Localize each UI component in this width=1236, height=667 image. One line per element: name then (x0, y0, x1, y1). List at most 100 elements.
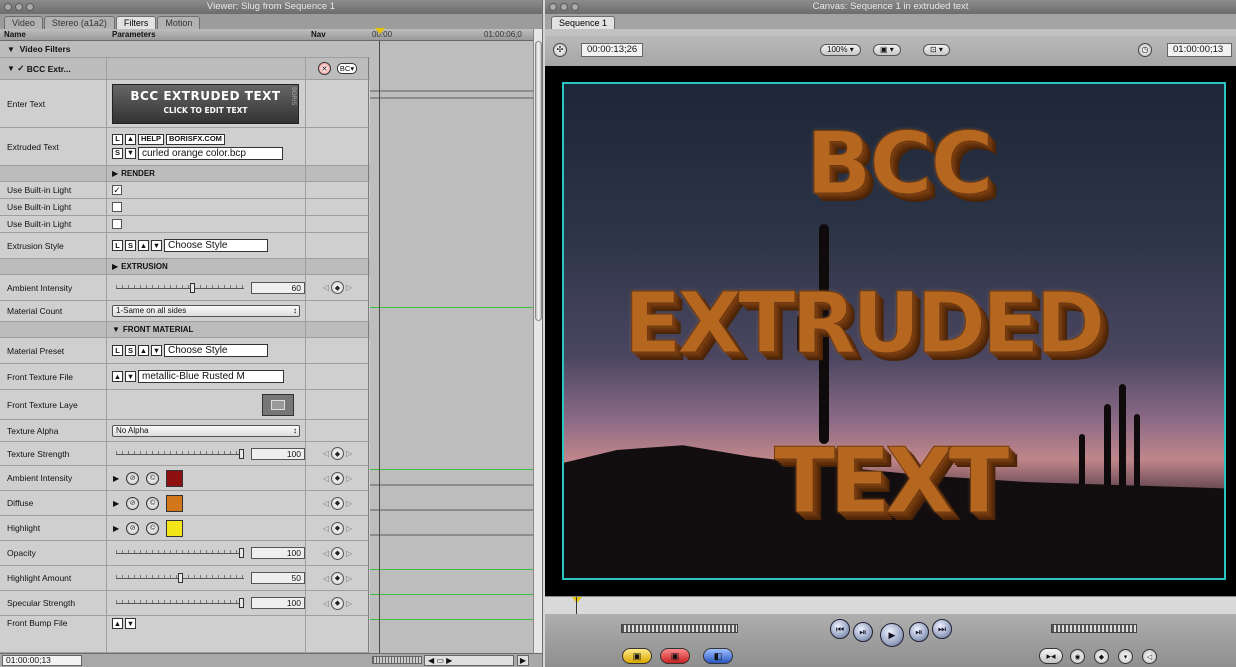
tab-stereo[interactable]: Stereo (a1a2) (43, 16, 115, 29)
current-timecode-field[interactable]: 01:00:00;13 (2, 655, 82, 666)
up-arrow-button[interactable]: ▲ (112, 618, 123, 629)
highlight-color-swatch[interactable] (166, 519, 184, 537)
slider-thumb[interactable] (239, 598, 244, 608)
bcc-filter-row[interactable]: ▼ ✓ BCC Extr... ✕ BC▾ (0, 58, 370, 80)
up-arrow-button[interactable]: ▲ (138, 240, 149, 251)
minimize-light-icon[interactable] (560, 3, 568, 11)
zoom-popup[interactable]: 100% ▾ (820, 44, 861, 56)
keyframe-nav[interactable]: ◁ ◆ ▷ (323, 447, 352, 460)
minimize-light-icon[interactable] (15, 3, 23, 11)
ambient-intensity-slider[interactable] (112, 282, 248, 293)
keyframe-icon[interactable]: ◆ (331, 546, 344, 560)
keyframe-timeline[interactable] (370, 41, 533, 653)
save-button[interactable]: S (112, 147, 123, 159)
overlay-popup[interactable]: ⊡ ▾ (923, 44, 950, 56)
tab-motion[interactable]: Motion (157, 16, 201, 29)
match-frame-button[interactable]: ▸◂ (1039, 648, 1063, 664)
disclosure-triangle-icon[interactable]: ▶ (113, 474, 119, 483)
slider-thumb[interactable] (239, 548, 244, 558)
insert-button[interactable]: ▣ (622, 648, 652, 664)
material-count-popup[interactable]: 1-Same on all sides (112, 305, 300, 317)
scrubber-bar[interactable] (545, 596, 1236, 614)
slider-thumb[interactable] (189, 282, 195, 293)
load-button[interactable]: L (112, 133, 123, 145)
eyedropper-icon[interactable]: ⊘ (126, 471, 140, 485)
window-controls[interactable] (549, 3, 579, 11)
reset-icon[interactable]: ✕ (317, 62, 331, 75)
ambient-color-swatch[interactable] (166, 469, 184, 487)
close-light-icon[interactable] (4, 3, 12, 11)
front-texture-file-field[interactable]: metallic-Blue Rusted M (138, 370, 284, 383)
diffuse-color-swatch[interactable] (166, 494, 184, 512)
save-button[interactable]: S (125, 345, 136, 356)
eyedropper-icon[interactable]: ⊘ (126, 496, 140, 510)
disclosure-triangle-icon[interactable]: ▶ (112, 169, 118, 178)
zoom-slider[interactable] (372, 656, 422, 664)
window-controls[interactable] (4, 3, 34, 11)
playhead-marker-icon[interactable] (375, 28, 385, 34)
light-3-checkbox[interactable] (112, 219, 122, 229)
tab-video[interactable]: Video (4, 16, 43, 29)
extrusion-style-field[interactable]: Choose Style (164, 239, 268, 252)
play-button[interactable]: ▶ (880, 623, 904, 647)
keyframe-icon[interactable]: ◆ (331, 281, 344, 294)
viewer-titlebar[interactable]: Viewer: Slug from Sequence 1 (0, 0, 542, 14)
light-1-checkbox[interactable]: ✓ (112, 185, 122, 195)
disclosure-triangle-icon[interactable]: ▼ (7, 64, 15, 73)
tab-sequence-1[interactable]: Sequence 1 (551, 16, 616, 29)
extrusion-section[interactable]: ▶ EXTRUSION (0, 259, 370, 275)
keyframe-nav[interactable]: ◁ ◆ ▷ (323, 521, 352, 535)
keyframe-icon[interactable]: ◆ (331, 596, 344, 610)
keyframe-nav[interactable]: ◁ ◆ ▷ (323, 471, 352, 485)
down-arrow-button[interactable]: ▼ (151, 345, 162, 356)
disclosure-triangle-icon[interactable]: ▼ (7, 45, 15, 54)
mark-clip-button[interactable]: ◉ (1070, 649, 1085, 664)
edit-text-banner[interactable]: BCC EXTRUDED TEXT CLICK TO EDIT TEXT BOR… (112, 83, 299, 124)
scrubber-playhead[interactable] (576, 597, 577, 614)
ambient-intensity-value[interactable]: 60 (251, 281, 305, 294)
borisfx-button[interactable]: BORISFX.COM (166, 133, 225, 145)
add-marker-button[interactable]: ▾ (1118, 649, 1133, 664)
keyframe-icon[interactable]: ◆ (331, 496, 344, 510)
eyedropper-icon[interactable]: ⊘ (126, 521, 140, 535)
load-button[interactable]: L (112, 240, 123, 251)
down-arrow-button[interactable]: ▼ (125, 147, 136, 159)
keyframe-nav[interactable]: ◁ ◆ ▷ (323, 546, 352, 560)
render-section[interactable]: ▶ RENDER (0, 166, 370, 182)
texture-strength-slider[interactable] (112, 448, 248, 459)
keyframe-icon[interactable]: ◆ (331, 471, 344, 485)
specular-strength-value[interactable]: 100 (251, 597, 305, 609)
highlight-amount-value[interactable]: 50 (251, 572, 305, 584)
light-2-checkbox[interactable] (112, 202, 122, 212)
video-filters-row[interactable]: ▼ Video Filters (0, 41, 370, 58)
mark-in-button[interactable]: ◁ (1142, 649, 1157, 664)
canvas-titlebar[interactable]: Canvas: Sequence 1 in extruded text (545, 0, 1236, 14)
scroll-thumb[interactable] (535, 41, 542, 321)
opacity-value[interactable]: 100 (251, 547, 305, 559)
tab-filters[interactable]: Filters (115, 16, 157, 29)
front-material-section[interactable]: ▼ FRONT MATERIAL (0, 322, 370, 338)
vertical-scrollbar[interactable] (533, 29, 542, 653)
canvas-view-area[interactable]: BCC EXTRUDED TEXT (545, 66, 1236, 596)
add-keyframe-button[interactable]: ◆ (1094, 649, 1109, 664)
up-arrow-button[interactable]: ▲ (125, 133, 136, 145)
down-arrow-button[interactable]: ▼ (125, 371, 136, 382)
disclosure-triangle-icon[interactable]: ▼ (112, 325, 120, 334)
duration-field[interactable]: 00:00:13;26 (581, 43, 644, 57)
opacity-slider[interactable] (112, 548, 248, 558)
specular-strength-slider[interactable] (112, 598, 248, 608)
zoom-light-icon[interactable] (26, 3, 34, 11)
texture-alpha-popup[interactable]: No Alpha (112, 424, 300, 437)
slider-thumb[interactable] (239, 448, 244, 459)
overwrite-button[interactable]: ▣ (660, 648, 690, 664)
keyframe-icon[interactable]: ◆ (331, 447, 344, 460)
texture-strength-value[interactable]: 100 (251, 447, 305, 460)
up-arrow-button[interactable]: ▲ (112, 371, 123, 382)
playhead-marker-icon[interactable] (572, 597, 582, 603)
previous-edit-button[interactable]: ⏮ (830, 619, 850, 639)
keyframe-icon[interactable]: ◆ (331, 571, 344, 585)
down-arrow-button[interactable]: ▼ (125, 618, 136, 629)
keyframe-nav[interactable]: ◁ ◆ ▷ (323, 496, 352, 510)
layer-well[interactable] (262, 393, 294, 416)
keyframe-nav[interactable]: ◁ ◆ ▷ (323, 571, 352, 585)
